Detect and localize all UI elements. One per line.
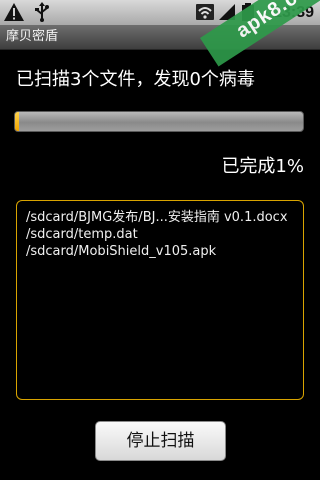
warning-icon xyxy=(3,2,25,22)
scanned-file-list[interactable]: /sdcard/BJMG发布/BJ...安装指南 v0.1.docx/sdcar… xyxy=(16,200,304,400)
stop-scan-button[interactable]: 停止扫描 xyxy=(95,421,226,461)
file-list-item: /sdcard/temp.dat xyxy=(26,227,138,242)
file-list-item: /sdcard/MobiShield_v105.apk xyxy=(26,244,217,259)
file-list-item: /sdcard/BJMG发布/BJ...安装指南 v0.1.docx xyxy=(26,210,288,225)
app-title: 摩贝密盾 xyxy=(6,29,59,44)
scan-summary: 已扫描3个文件，发现0个病毒 xyxy=(16,69,255,90)
scan-progress-bar xyxy=(14,111,304,132)
screen: 13:39 摩贝密盾 已扫描3个文件，发现0个病毒 已完成1% /sdcard/… xyxy=(0,0,320,480)
scan-percent: 已完成1% xyxy=(221,156,304,177)
usb-icon xyxy=(34,2,50,22)
scan-progress-fill xyxy=(15,112,20,131)
wifi-icon xyxy=(195,2,215,22)
